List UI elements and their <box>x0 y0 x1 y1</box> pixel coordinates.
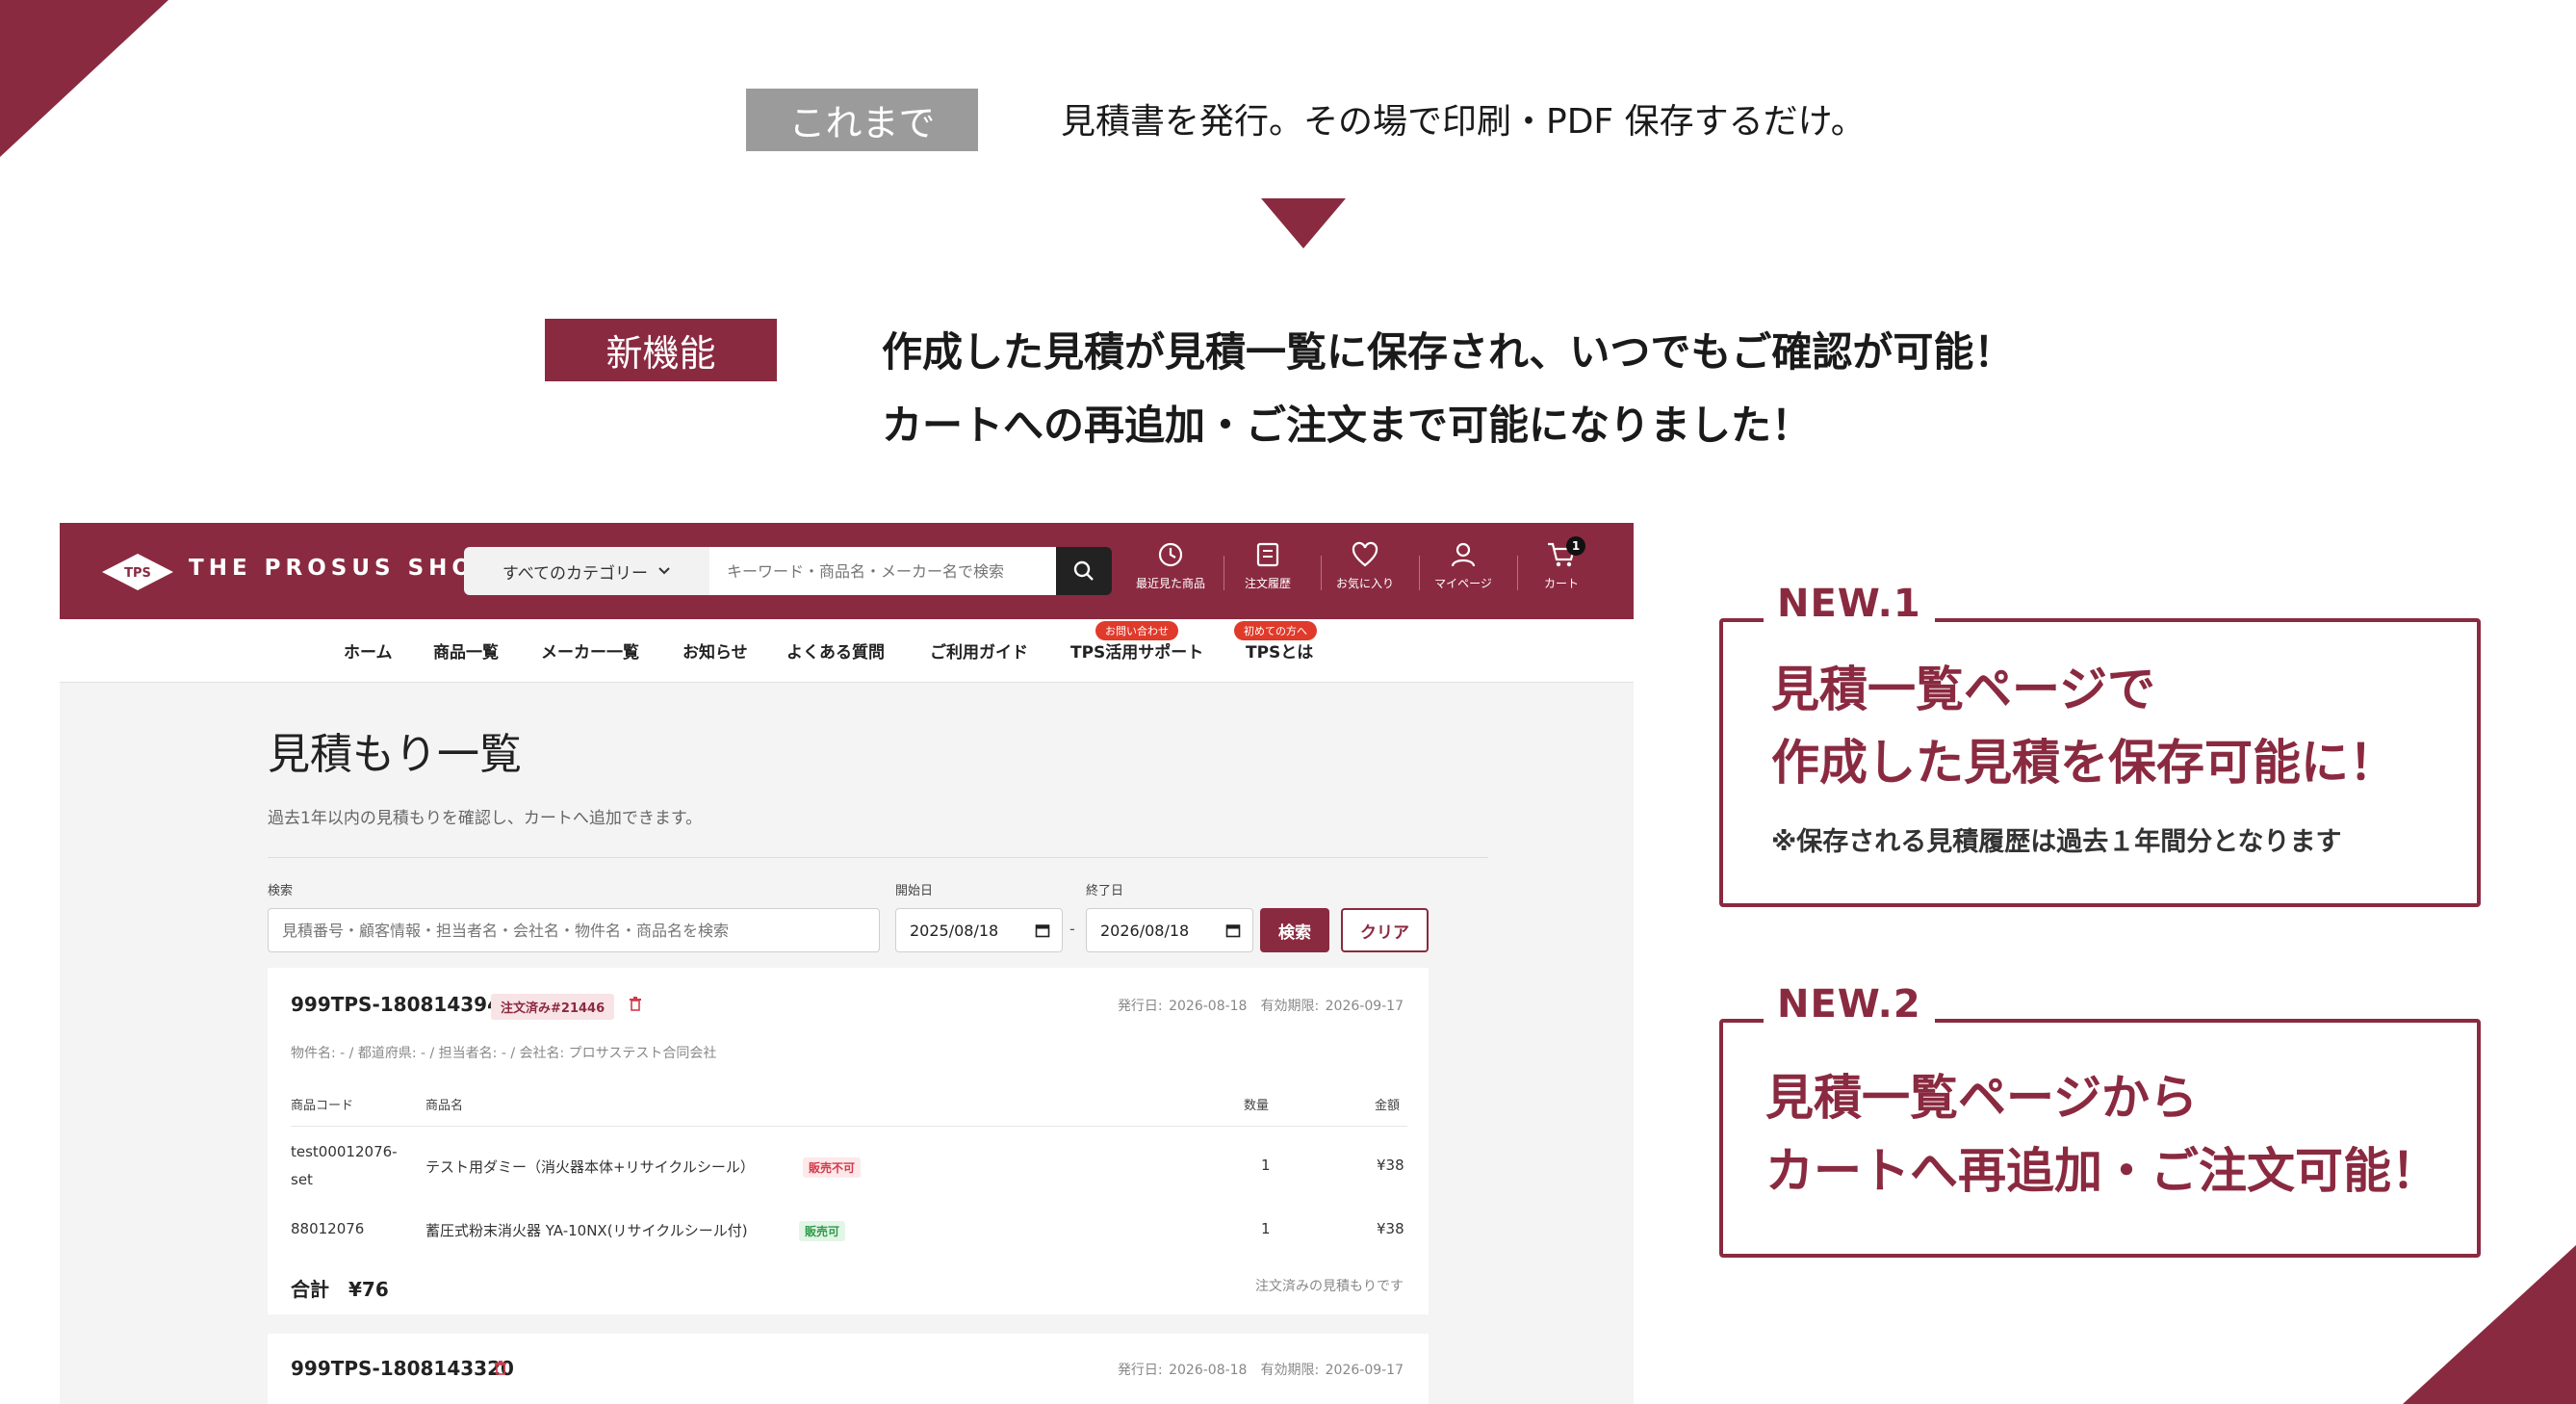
ordered-status-badge: 注文済み#21446 <box>491 994 615 1020</box>
item-qty: 1 <box>1261 1157 1271 1174</box>
nav-item-about[interactable]: TPSとは <box>1246 638 1313 663</box>
item-code-continued: set <box>291 1171 313 1188</box>
mypage-label: マイページ <box>1434 577 1492 590</box>
tps-logo-icon[interactable]: TPS <box>100 552 175 592</box>
callout-1-line-1: 見積一覧ページで <box>1771 662 2155 717</box>
callout-2-line-1: 見積一覧ページから <box>1765 1070 2198 1126</box>
history-icon <box>1158 542 1183 567</box>
nav-item-guide[interactable]: ご利用ガイド <box>930 638 1028 663</box>
category-label: すべてのカテゴリー <box>502 563 649 584</box>
order-history-label: 注文履歴 <box>1244 577 1291 590</box>
callout-label-new-1: NEW.1 <box>1764 582 1935 626</box>
recent-items-label: 最近見た商品 <box>1135 577 1205 590</box>
item-amount: ¥38 <box>1377 1220 1404 1237</box>
item-amount: ¥38 <box>1377 1157 1404 1174</box>
nav-item-home[interactable]: ホーム <box>344 638 393 663</box>
logo-badge-text: TPS <box>124 566 151 581</box>
quote-card: 999TPS-1808143320 発行日: 2026-08-18 有効期限: … <box>268 1334 1429 1404</box>
status-badge-not-for-sale: 販売不可 <box>803 1157 862 1178</box>
nav-item-makers[interactable]: メーカー一覧 <box>541 638 639 663</box>
shop-header: TPS THE PROSUS SHOP すべてのカテゴリー 最近見た商品 注文履… <box>60 523 1634 619</box>
chevron-down-icon <box>658 567 670 575</box>
start-date-value: 2025/08/18 <box>910 921 999 940</box>
calendar-icon <box>1035 924 1050 938</box>
quote-card: 999TPS-1808143942 注文済み#21446 発行日: 2026-0… <box>268 968 1429 1314</box>
callout-1-line-2: 作成した見積を保存可能に！ <box>1771 735 2397 791</box>
callout-label-new-2: NEW.2 <box>1764 982 1935 1027</box>
end-date-value: 2026/08/18 <box>1100 921 1190 940</box>
mypage-button[interactable]: マイページ <box>1420 540 1507 608</box>
favorites-label: お気に入り <box>1335 577 1394 590</box>
old-feature-description: 見積書を発行。その場で印刷・PDF 保存するだけ。 <box>1061 102 1866 142</box>
recent-items-button[interactable]: 最近見た商品 <box>1127 540 1214 608</box>
start-date-input[interactable]: 2025/08/18 <box>895 908 1063 952</box>
nav-item-news[interactable]: お知らせ <box>683 638 748 663</box>
user-icon <box>1451 542 1476 567</box>
calendar-icon <box>1225 924 1241 938</box>
status-badge-for-sale: 販売可 <box>799 1221 846 1241</box>
end-date-label: 終了日 <box>1086 884 1124 898</box>
cart-button[interactable]: 1 カート <box>1518 536 1605 608</box>
item-code: test00012076- <box>291 1143 398 1160</box>
shop-nav: ホーム 商品一覧 メーカー一覧 お知らせ よくある質問 ご利用ガイド お問い合わ… <box>60 619 1634 683</box>
col-header-name: 商品名 <box>425 1099 464 1113</box>
nav-item-support[interactable]: TPS活用サポート <box>1070 638 1203 663</box>
old-feature-tag: これまで <box>746 89 978 151</box>
callout-text-new-1: 見積一覧ページで 作成した見積を保存可能に！ <box>1771 653 2397 799</box>
page-subtitle: 過去1年以内の見積もりを確認し、カートへ追加できます。 <box>268 809 703 828</box>
nav-item-products[interactable]: 商品一覧 <box>433 638 499 663</box>
order-history-button[interactable]: 注文履歴 <box>1224 540 1311 608</box>
quote-search-button[interactable]: 検索 <box>1260 908 1329 952</box>
item-qty: 1 <box>1261 1220 1271 1237</box>
item-name: テスト用ダミー（消火器本体+リサイクルシール） <box>425 1158 755 1176</box>
cart-count-badge: 1 <box>1566 536 1585 556</box>
item-code: 88012076 <box>291 1220 365 1237</box>
nav-item-faq[interactable]: よくある質問 <box>786 638 885 663</box>
quote-search-input[interactable] <box>268 908 880 952</box>
ordered-note: 注文済みの見積もりです <box>1255 1279 1404 1294</box>
trash-icon[interactable] <box>494 1360 507 1375</box>
category-dropdown[interactable]: すべてのカテゴリー <box>464 547 709 595</box>
shop-logo-text[interactable]: THE PROSUS SHOP <box>189 556 497 581</box>
table-divider <box>291 1126 1407 1127</box>
shop-search-button[interactable] <box>1056 547 1112 595</box>
start-date-label: 開始日 <box>895 884 934 898</box>
shop-screenshot: TPS THE PROSUS SHOP すべてのカテゴリー 最近見た商品 注文履… <box>60 523 1634 1404</box>
arrow-down-icon <box>1261 198 1346 248</box>
cart-label: カート <box>1543 577 1579 590</box>
quote-total: 合計 ¥76 <box>291 1278 389 1301</box>
end-date-input[interactable]: 2026/08/18 <box>1086 908 1253 952</box>
new-feature-tag: 新機能 <box>545 319 777 381</box>
quote-dates: 発行日: 2026-08-18 有効期限: 2026-09-17 <box>1117 1363 1404 1378</box>
item-name: 蓄圧式粉末消火器 YA-10NX(リサイクルシール付) <box>425 1222 748 1239</box>
corner-decoration-top-left <box>0 0 168 157</box>
quote-dates: 発行日: 2026-08-18 有効期限: 2026-09-17 <box>1117 999 1404 1014</box>
search-field-label: 検索 <box>268 884 294 898</box>
search-icon <box>1073 560 1094 581</box>
heart-icon <box>1352 541 1378 567</box>
quote-meta: 物件名: - / 都道府県: - / 担当者名: - / 会社名: プロサステス… <box>291 1046 717 1061</box>
divider <box>268 857 1488 858</box>
page-title: 見積もり一覧 <box>268 730 522 779</box>
quote-number[interactable]: 999TPS-1808143320 <box>291 1357 514 1380</box>
nav-badge-beginner: 初めての方へ <box>1234 621 1317 640</box>
callout-2-line-2: カートへ再追加・ご注文可能！ <box>1765 1143 2439 1199</box>
col-header-qty: 数量 <box>1244 1099 1270 1113</box>
new-feature-line-2: カートへの再追加・ご注文まで可能になりました！ <box>882 402 1813 449</box>
nav-badge-contact: お問い合わせ <box>1095 621 1178 640</box>
callout-note-new-1: ※保存される見積履歴は過去１年間分となります <box>1771 827 2342 857</box>
trash-icon[interactable] <box>629 996 642 1011</box>
favorites-button[interactable]: お気に入り <box>1322 540 1408 608</box>
new-feature-line-1: 作成した見積が見積一覧に保存され、いつでもご確認が可能！ <box>882 328 2015 376</box>
shop-search-input[interactable] <box>709 547 1056 595</box>
corner-decoration-bottom-right <box>2403 1245 2576 1404</box>
col-header-amount: 金額 <box>1375 1099 1401 1113</box>
receipt-icon <box>1256 542 1279 567</box>
callout-text-new-2: 見積一覧ページから カートへ再追加・ご注文可能！ <box>1765 1061 2439 1208</box>
quote-number[interactable]: 999TPS-1808143942 <box>291 993 514 1016</box>
col-header-code: 商品コード <box>291 1099 354 1113</box>
date-range-dash: - <box>1069 920 1075 938</box>
new-feature-description: 作成した見積が見積一覧に保存され、いつでもご確認が可能！ カートへの再追加・ご注… <box>882 316 2014 462</box>
quote-clear-button[interactable]: クリア <box>1341 908 1429 952</box>
